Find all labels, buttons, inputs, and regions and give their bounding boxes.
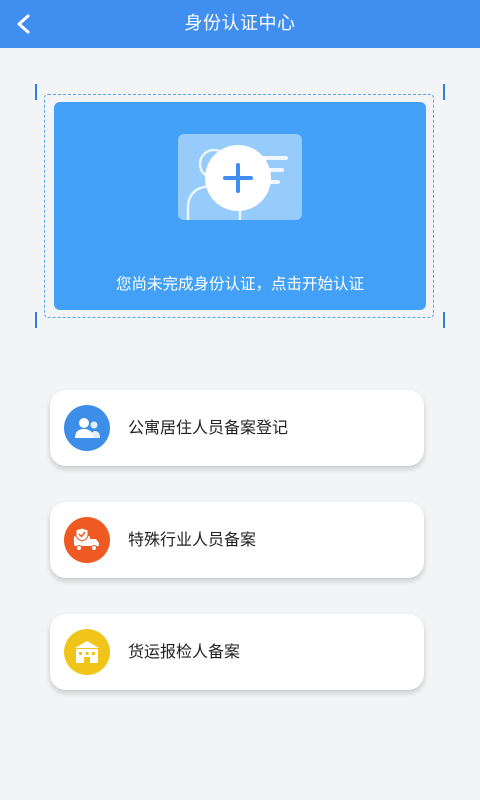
frame-corner-mark — [443, 312, 445, 328]
menu-item-label: 特殊行业人员备案 — [128, 530, 257, 549]
page-title: 身份认证中心 — [184, 13, 296, 34]
building-icon — [64, 629, 110, 675]
top-bar: 身份认证中心 — [0, 0, 480, 48]
plus-icon — [223, 163, 253, 193]
menu-item-special-industry[interactable]: 特殊行业人员备案 — [50, 502, 424, 578]
menu-item-apartment-registration[interactable]: 公寓居住人员备案登记 — [50, 390, 424, 466]
verification-prompt: 您尚未完成身份认证，点击开始认证 — [115, 275, 364, 293]
add-id-card-icon[interactable] — [205, 145, 271, 211]
frame-corner-mark — [443, 84, 445, 100]
menu-item-freight-inspection[interactable]: 货运报检人备案 — [50, 614, 424, 690]
people-icon — [64, 405, 110, 451]
truck-shield-icon — [64, 517, 110, 563]
frame-corner-mark — [35, 84, 37, 100]
menu-item-label: 货运报检人备案 — [128, 642, 241, 661]
menu-item-label: 公寓居住人员备案登记 — [128, 418, 289, 437]
frame-corner-mark — [35, 312, 37, 328]
